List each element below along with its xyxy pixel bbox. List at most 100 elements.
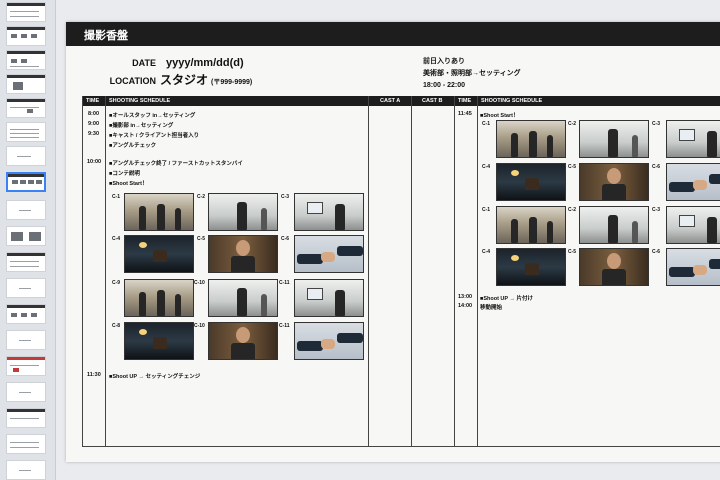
cut-label: C-2 xyxy=(197,194,206,200)
storyboard-photo[interactable] xyxy=(496,120,566,158)
storyboard-photo[interactable] xyxy=(124,322,194,360)
date-value: yyyy/mm/dd(d) xyxy=(166,57,244,69)
storyboard-photo[interactable] xyxy=(294,279,364,317)
storyboard-photo[interactable] xyxy=(294,193,364,231)
location-row: LOCATION スタジオ (〒999-9999) xyxy=(88,71,253,88)
slide-thumbnail[interactable] xyxy=(6,382,46,402)
cut-label: C-11 xyxy=(279,323,290,329)
storyboard-photo[interactable] xyxy=(579,163,649,201)
header-cast-a: CAST A xyxy=(369,96,411,106)
time-cell: 9:00 xyxy=(88,121,100,127)
slide-thumbnail[interactable] xyxy=(6,26,46,46)
header-schedule-2: SHOOTING SCHEDULE xyxy=(478,96,720,106)
slide-thumbnail[interactable] xyxy=(6,122,46,142)
location-postal: (〒999-9999) xyxy=(211,79,253,86)
storyboard-photo[interactable] xyxy=(666,248,720,286)
slide-thumbnail[interactable] xyxy=(6,460,46,480)
cut-label: C-6 xyxy=(652,249,661,255)
slide-thumbnail[interactable] xyxy=(6,252,46,272)
location-label: LOCATION xyxy=(109,76,156,86)
cut-label: C-2 xyxy=(568,207,577,213)
time-cell: 10:00 xyxy=(87,159,102,165)
grid-line xyxy=(82,446,720,447)
storyboard-photo[interactable] xyxy=(496,206,566,244)
schedule-item: ■Shoot UP → 片付け xyxy=(480,296,534,302)
slide-canvas[interactable]: 撮影香盤 DATE yyyy/mm/dd(d) LOCATION スタジオ (〒999… xyxy=(66,22,720,462)
storyboard-photo[interactable] xyxy=(294,235,364,273)
schedule-item: ■アングルチェック終了 / ファーストカットスタンバイ xyxy=(109,161,243,167)
cut-label: C-6 xyxy=(652,164,661,170)
slide-thumbnail[interactable] xyxy=(6,434,46,454)
slide-thumbnail[interactable] xyxy=(6,356,46,376)
header-time: TIME xyxy=(82,96,105,106)
slide-thumbnail[interactable] xyxy=(6,74,46,94)
storyboard-photo[interactable] xyxy=(208,193,278,231)
note-line: 18:00 - 22:00 xyxy=(423,82,466,89)
cut-label: C-4 xyxy=(112,236,121,242)
slide-thumbnail[interactable] xyxy=(6,304,46,324)
slide-thumbnail[interactable] xyxy=(6,146,46,166)
storyboard-photo[interactable] xyxy=(124,235,194,273)
cut-label: C-4 xyxy=(482,249,491,255)
grid-line xyxy=(105,96,106,446)
cut-label: C-3 xyxy=(652,121,661,127)
header-cast-b: CAST B xyxy=(412,96,454,106)
slide-thumbnail[interactable] xyxy=(6,226,46,246)
cut-label: C-3 xyxy=(281,194,290,200)
cut-label: C-10 xyxy=(194,280,205,286)
slide-thumbnail[interactable] xyxy=(6,200,46,220)
cut-label: C-8 xyxy=(112,323,121,329)
cut-label: C-11 xyxy=(279,280,290,286)
grid-line xyxy=(454,96,455,446)
storyboard-photo[interactable] xyxy=(208,235,278,273)
time-cell: 9:30 xyxy=(88,131,100,137)
cut-label: C-5 xyxy=(197,236,206,242)
schedule-item: ■Shoot Start！ xyxy=(480,113,519,119)
storyboard-photo[interactable] xyxy=(208,322,278,360)
storyboard-photo[interactable] xyxy=(579,248,649,286)
slide-thumbnail[interactable] xyxy=(6,98,46,118)
storyboard-photo[interactable] xyxy=(496,248,566,286)
storyboard-photo[interactable] xyxy=(579,206,649,244)
grid-line xyxy=(368,96,369,446)
storyboard-photo[interactable] xyxy=(666,120,720,158)
cut-label: C-9 xyxy=(112,280,121,286)
slide-thumbnail-rail[interactable] xyxy=(0,0,56,480)
cut-label: C-4 xyxy=(482,164,491,170)
slide-thumbnail[interactable] xyxy=(6,50,46,70)
slide-thumbnail[interactable] xyxy=(6,408,46,428)
slide-title: 撮影香盤 xyxy=(66,22,720,46)
cut-label: C-1 xyxy=(112,194,121,200)
time-cell: 8:00 xyxy=(88,111,100,117)
schedule-item: 移動開始 xyxy=(480,305,503,311)
cut-label: C-10 xyxy=(194,323,205,329)
grid-line xyxy=(82,96,83,446)
storyboard-photo[interactable] xyxy=(496,163,566,201)
slide-thumbnail[interactable] xyxy=(6,278,46,298)
time-cell: 14:00 xyxy=(458,303,473,309)
note-line: 美術部・照明部→セッティング xyxy=(423,70,521,77)
storyboard-photo[interactable] xyxy=(666,163,720,201)
grid-line xyxy=(477,96,478,446)
schedule-item: ■アングルチェック xyxy=(109,143,157,149)
grid-line xyxy=(411,96,412,446)
schedule-item: ■コンテ説明 xyxy=(109,171,140,177)
storyboard-photo[interactable] xyxy=(579,120,649,158)
schedule-item: ■撮影部 in→セッティング xyxy=(109,123,174,129)
schedule-item: ■Shoot UP → セッティングチェンジ xyxy=(109,374,201,380)
storyboard-photo[interactable] xyxy=(294,322,364,360)
cut-label: C-3 xyxy=(652,207,661,213)
date-label: DATE xyxy=(132,58,156,68)
storyboard-photo[interactable] xyxy=(666,206,720,244)
storyboard-photo[interactable] xyxy=(124,279,194,317)
slide-thumbnail-selected[interactable] xyxy=(6,172,46,192)
time-cell: 13:00 xyxy=(458,294,473,300)
slide-thumbnail[interactable] xyxy=(6,2,46,22)
slide-thumbnail[interactable] xyxy=(6,330,46,350)
storyboard-photo[interactable] xyxy=(208,279,278,317)
cut-label: C-1 xyxy=(482,207,491,213)
schedule-item: ■オールスタッフ in→セッティング xyxy=(109,113,196,119)
cut-label: C-5 xyxy=(568,249,577,255)
storyboard-photo[interactable] xyxy=(124,193,194,231)
location-value: スタジオ xyxy=(160,73,209,87)
